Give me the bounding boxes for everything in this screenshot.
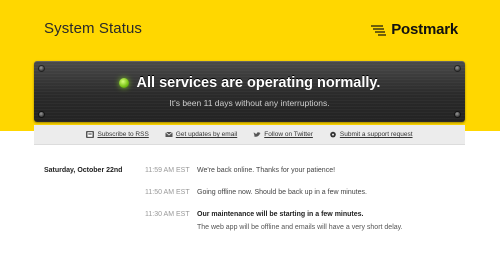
screw-icon [455, 66, 460, 71]
action-bar: Subscribe to RSS Get updates by email Fo… [34, 125, 465, 145]
event-body: Going offline now. Should be back up in … [197, 189, 367, 196]
postmark-wings-icon [371, 24, 387, 36]
action-label: Get updates by email [175, 131, 238, 138]
rss-icon [86, 131, 95, 138]
action-label: Subscribe to RSS [97, 131, 149, 138]
status-light-icon [118, 78, 129, 88]
event-message: Going offline now. Should be back up in … [197, 189, 367, 196]
action-label: Follow on Twitter [264, 131, 313, 138]
timeline-event: 11:59 AM EST We're back online. Thanks f… [145, 167, 465, 174]
event-message: Our maintenance will be starting in a fe… [197, 211, 364, 218]
timeline-event: 11:50 AM EST Going offline now. Should b… [145, 189, 465, 196]
event-time: 11:59 AM EST [145, 167, 190, 174]
brand-name: Postmark [391, 21, 458, 38]
twitter-bird-icon [253, 132, 261, 137]
timeline-date-heading: Saturday, October 22nd [44, 167, 123, 174]
screw-icon [39, 66, 44, 71]
subscribe-rss-link[interactable]: Subscribe to RSS [86, 131, 149, 138]
support-icon [330, 131, 336, 138]
status-panel: All services are operating normally. It'… [34, 61, 465, 122]
event-time: 11:50 AM EST [145, 189, 190, 196]
page-title: System Status [44, 20, 143, 37]
brand-logo[interactable]: Postmark [370, 21, 458, 38]
event-body: Our maintenance will be starting in a fe… [197, 211, 403, 231]
event-message: We're back online. Thanks for your patie… [197, 167, 336, 174]
event-detail: The web app will be offline and emails w… [197, 224, 403, 231]
status-headline-row: All services are operating normally. [34, 75, 465, 91]
timeline-event: 11:30 AM EST Our maintenance will be sta… [145, 211, 465, 231]
status-subline: It's been 11 days without any interrupti… [169, 98, 330, 108]
event-body: We're back online. Thanks for your patie… [197, 167, 335, 174]
email-icon [165, 131, 173, 137]
support-request-link[interactable]: Submit a support request [329, 131, 413, 138]
screw-icon [39, 112, 44, 117]
email-updates-link[interactable]: Get updates by email [165, 131, 237, 138]
follow-twitter-link[interactable]: Follow on Twitter [253, 131, 313, 138]
status-headline: All services are operating normally. [136, 75, 381, 91]
event-time: 11:30 AM EST [145, 211, 190, 218]
screw-icon [455, 112, 460, 117]
action-label: Submit a support request [339, 131, 413, 138]
